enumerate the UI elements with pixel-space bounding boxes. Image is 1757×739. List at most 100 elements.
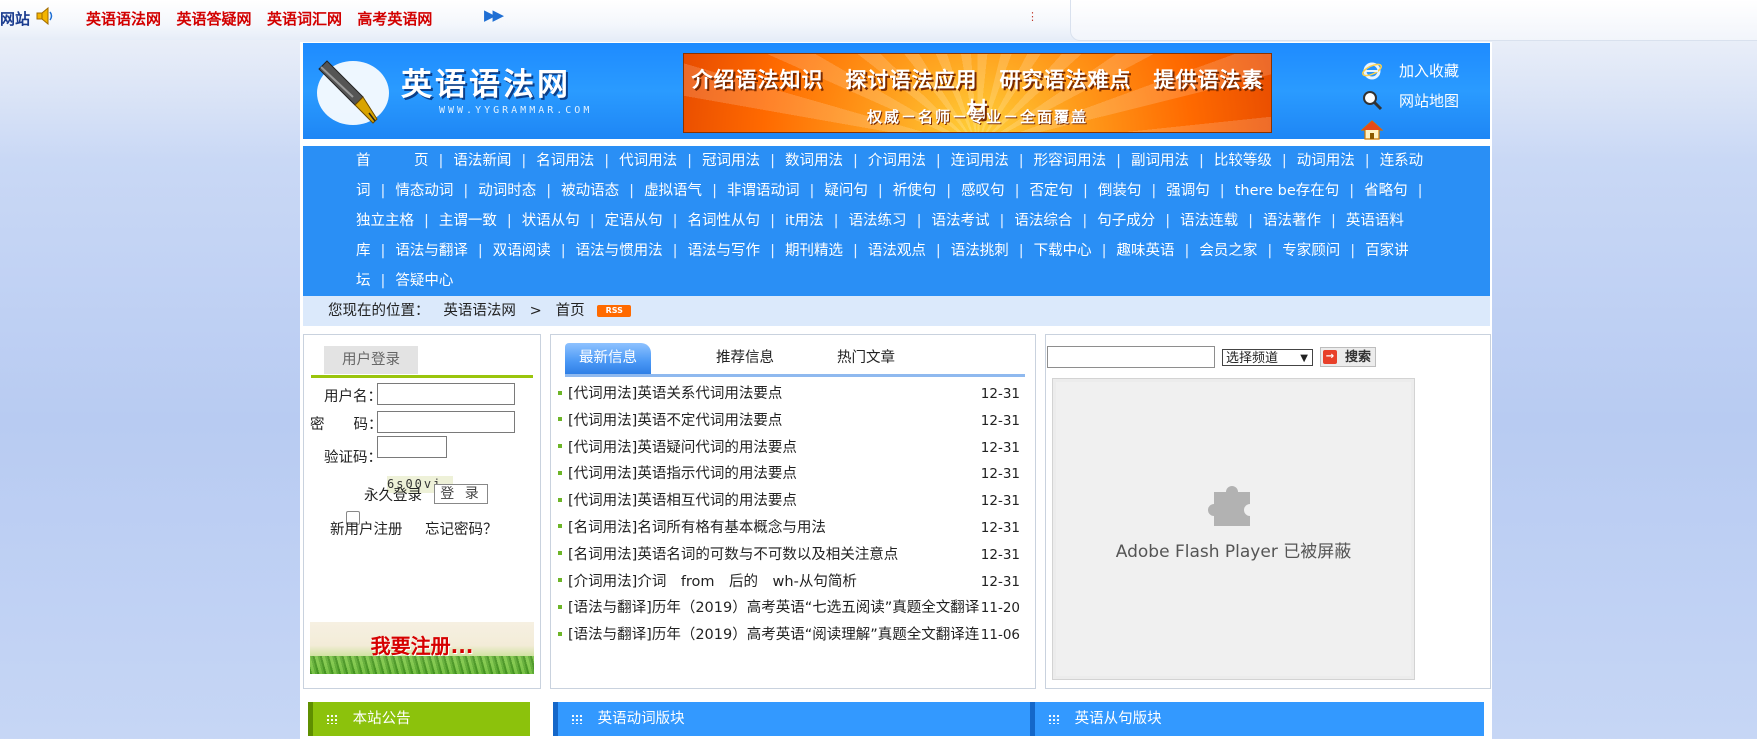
search-button[interactable]: → 搜索 — [1320, 347, 1376, 367]
nav-link[interactable]: 下载中心 — [1034, 243, 1092, 259]
section-verbs-header[interactable]: 英语动词版块 — [553, 702, 1033, 736]
top-link-grammar[interactable]: 英语语法网 — [86, 10, 161, 28]
nav-link[interactable]: 副词用法 — [1131, 153, 1189, 169]
sitemap-link[interactable]: 网站地图 — [1361, 85, 1459, 115]
news-item-title[interactable]: [代词用法]英语指示代词的用法要点 — [568, 466, 797, 482]
nav-link[interactable]: 否定句 — [1030, 183, 1074, 199]
nav-link[interactable]: 期刊精选 — [785, 243, 843, 259]
tab-latest[interactable]: 最新信息 — [565, 343, 651, 374]
nav-link[interactable]: there be存在句 — [1235, 183, 1340, 199]
home-link[interactable] — [1360, 115, 1459, 145]
nav-link[interactable]: 介词用法 — [868, 153, 926, 169]
nav-link[interactable]: 祈使句 — [893, 183, 937, 199]
news-item[interactable]: [名词用法]英语名词的可数与不可数以及相关注意点 12-31 — [558, 542, 1028, 569]
nav-link[interactable]: 独立主格 — [356, 213, 414, 229]
news-item[interactable]: [名词用法]名词所有格有基本概念与用法 12-31 — [558, 515, 1028, 542]
nav-link[interactable]: 语法观点 — [868, 243, 926, 259]
header-banner[interactable]: 介绍语法知识 探讨语法应用 研究语法难点 提供语法素材 权威－名师－专业－全面覆… — [683, 53, 1272, 133]
breadcrumb-site-link[interactable]: 英语语法网 — [443, 303, 516, 319]
news-item-title[interactable]: [代词用法]英语相互代词的用法要点 — [568, 493, 797, 509]
nav-link[interactable]: 感叹句 — [961, 183, 1005, 199]
nav-link[interactable]: 名词用法 — [536, 153, 594, 169]
password-input[interactable] — [377, 411, 515, 433]
nav-link[interactable]: 被动语态 — [561, 183, 619, 199]
nav-link[interactable]: 语法与写作 — [688, 243, 761, 259]
login-button[interactable]: 登 录 — [434, 484, 488, 504]
nav-link[interactable]: 语法挑刺 — [951, 243, 1009, 259]
username-input[interactable] — [377, 383, 515, 405]
nav-link[interactable]: 句子成分 — [1097, 213, 1155, 229]
section-clauses-header[interactable]: 英语从句版块 — [1030, 702, 1484, 736]
nav-link[interactable]: 连词用法 — [951, 153, 1009, 169]
nav-link[interactable]: 数词用法 — [785, 153, 843, 169]
top-link-gaokao[interactable]: 高考英语网 — [357, 10, 432, 28]
forgot-password-link[interactable]: 忘记密码？ — [425, 518, 498, 539]
nav-link[interactable]: 专家顾问 — [1282, 243, 1340, 259]
news-item-title[interactable]: [名词用法]英语名词的可数与不可数以及相关注意点 — [568, 547, 898, 563]
nav-link[interactable]: 省略句 — [1364, 183, 1408, 199]
nav-link[interactable]: 非谓语动词 — [727, 183, 800, 199]
search-input[interactable] — [1047, 346, 1215, 368]
nav-link[interactable]: 语法考试 — [931, 213, 989, 229]
news-item[interactable]: [代词用法]英语指示代词的用法要点 12-31 — [558, 461, 1028, 488]
news-item-title[interactable]: [代词用法]英语关系代词用法要点 — [568, 386, 782, 402]
nav-link[interactable]: 语法与惯用法 — [576, 243, 663, 259]
nav-link[interactable]: 语法综合 — [1014, 213, 1072, 229]
section-notice-header[interactable]: 本站公告 — [308, 702, 530, 736]
tab-popular[interactable]: 热门文章 — [837, 343, 895, 374]
news-item-title[interactable]: [介词用法]介词 from 后的 wh-从句简析 — [568, 574, 857, 590]
nav-link[interactable]: 倒装句 — [1098, 183, 1142, 199]
news-item[interactable]: [代词用法]英语疑问代词的用法要点 12-31 — [558, 435, 1028, 462]
news-item-title[interactable]: [名词用法]名词所有格有基本概念与用法 — [568, 520, 826, 536]
nav-link[interactable]: 动词时态 — [478, 183, 536, 199]
nav-link[interactable]: 虚拟语气 — [644, 183, 702, 199]
nav-link[interactable]: 形容词用法 — [1034, 153, 1107, 169]
news-item-title[interactable]: [代词用法]英语疑问代词的用法要点 — [568, 440, 797, 456]
nav-link[interactable]: 强调句 — [1166, 183, 1210, 199]
register-banner[interactable]: 我要注册... — [310, 622, 534, 674]
rss-icon[interactable]: RSS — [597, 305, 632, 317]
site-logo-title[interactable]: 英语语法网 — [401, 59, 571, 104]
nav-link[interactable]: it用法 — [785, 213, 824, 229]
captcha-input[interactable] — [377, 436, 447, 458]
news-item[interactable]: [代词用法]英语不定代词用法要点 12-31 — [558, 408, 1028, 435]
nav-link[interactable]: 疑问句 — [824, 183, 868, 199]
nav-link[interactable]: 趣味英语 — [1117, 243, 1175, 259]
news-item-title[interactable]: [语法与翻译]历年（2019）高考英语“七选五阅读”真题全文翻译 — [568, 600, 979, 616]
nav-link[interactable]: 主谓一致 — [439, 213, 497, 229]
tab-recommended[interactable]: 推荐信息 — [716, 343, 774, 374]
channel-select[interactable]: 选择频道 ▼ — [1222, 349, 1313, 366]
nav-link[interactable]: 语法练习 — [849, 213, 907, 229]
nav-link[interactable]: 情态动词 — [395, 183, 453, 199]
nav-link[interactable]: 双语阅读 — [493, 243, 551, 259]
news-item[interactable]: [代词用法]英语关系代词用法要点 12-31 — [558, 381, 1028, 408]
nav-link[interactable]: 冠词用法 — [702, 153, 760, 169]
news-item[interactable]: [语法与翻译]历年（2019）高考英语“七选五阅读”真题全文翻译 11-20 — [558, 595, 1028, 622]
register-link[interactable]: 新用户注册 — [330, 518, 403, 539]
top-link-qa[interactable]: 英语答疑网 — [176, 10, 251, 28]
nav-link[interactable]: 代词用法 — [619, 153, 677, 169]
nav-link[interactable]: 语法新闻 — [453, 153, 511, 169]
speaker-icon[interactable] — [36, 6, 56, 29]
flash-placeholder[interactable]: Adobe Flash Player 已被屏蔽 — [1052, 378, 1415, 680]
nav-link[interactable]: 名词性从句 — [688, 213, 761, 229]
news-item[interactable]: [代词用法]英语相互代词的用法要点 12-31 — [558, 488, 1028, 515]
nav-link[interactable]: 状语从句 — [522, 213, 580, 229]
news-item-title[interactable]: [代词用法]英语不定代词用法要点 — [568, 413, 782, 429]
news-item[interactable]: [语法与翻译]历年（2019）高考英语“阅读理解”真题全文翻译连 11-06 — [558, 622, 1028, 649]
nav-link[interactable]: 语法著作 — [1263, 213, 1321, 229]
nav-link[interactable]: 首 页 — [356, 153, 429, 169]
nav-link[interactable]: 定语从句 — [605, 213, 663, 229]
nav-link[interactable]: 比较等级 — [1214, 153, 1272, 169]
nav-link[interactable]: 答疑中心 — [395, 273, 453, 289]
nav-link[interactable]: 会员之家 — [1199, 243, 1257, 259]
nav-link[interactable]: 语法与翻译 — [395, 243, 468, 259]
login-tab[interactable]: 用户登录 — [324, 346, 418, 374]
news-item-title[interactable]: [语法与翻译]历年（2019）高考英语“阅读理解”真题全文翻译连 — [568, 627, 979, 643]
nav-link[interactable]: 语法连载 — [1180, 213, 1238, 229]
top-link-vocab[interactable]: 英语词汇网 — [267, 10, 342, 28]
nav-link[interactable]: 动词用法 — [1297, 153, 1355, 169]
news-item[interactable]: [介词用法]介词 from 后的 wh-从句简析 12-31 — [558, 569, 1028, 596]
scroll-arrows-icon[interactable]: ▶▶ — [484, 6, 504, 24]
add-favorite-link[interactable]: 加入收藏 — [1361, 55, 1459, 85]
